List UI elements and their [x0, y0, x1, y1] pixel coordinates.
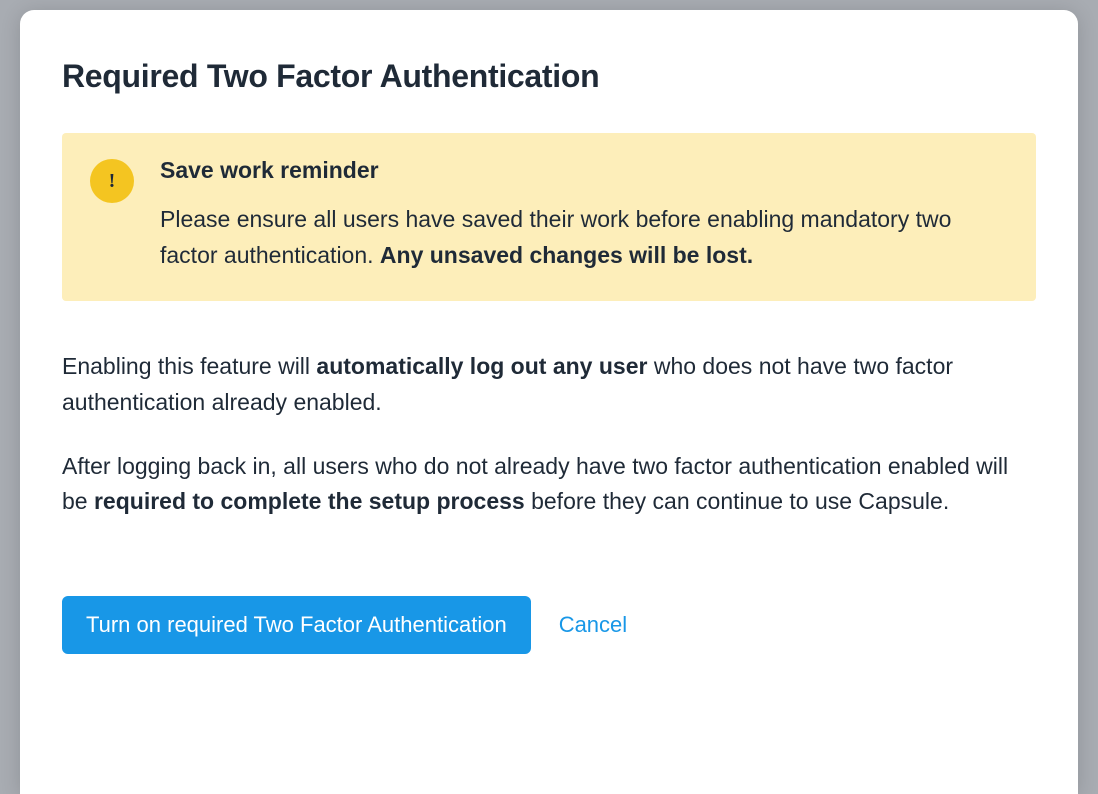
warning-icon-glyph: ! [109, 170, 116, 193]
description-paragraph-2: After logging back in, all users who do … [62, 449, 1036, 520]
para2-after: before they can continue to use Capsule. [525, 488, 950, 514]
description-paragraph-1: Enabling this feature will automatically… [62, 349, 1036, 420]
cancel-button[interactable]: Cancel [559, 612, 627, 638]
alert-content: Save work reminder Please ensure all use… [160, 157, 1008, 273]
para1-before: Enabling this feature will [62, 353, 316, 379]
alert-title: Save work reminder [160, 157, 1008, 184]
confirm-button[interactable]: Turn on required Two Factor Authenticati… [62, 596, 531, 654]
save-work-alert: ! Save work reminder Please ensure all u… [62, 133, 1036, 301]
modal-title: Required Two Factor Authentication [62, 58, 1036, 95]
two-factor-modal: Required Two Factor Authentication ! Sav… [20, 10, 1078, 794]
alert-text: Please ensure all users have saved their… [160, 202, 1008, 273]
alert-text-bold: Any unsaved changes will be lost. [380, 242, 753, 268]
para2-bold: required to complete the setup process [94, 488, 525, 514]
para1-bold: automatically log out any user [316, 353, 647, 379]
warning-icon: ! [90, 159, 134, 203]
button-row: Turn on required Two Factor Authenticati… [62, 596, 1036, 654]
